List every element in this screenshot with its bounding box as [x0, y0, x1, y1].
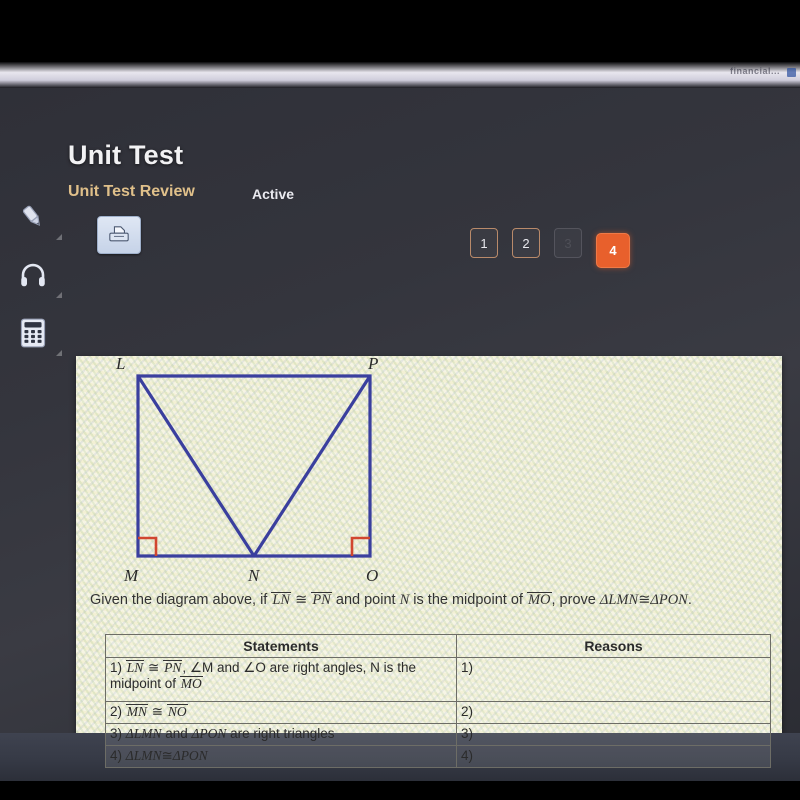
reason-1-num: 1): [461, 660, 474, 675]
sidebar-item-audio[interactable]: [0, 246, 66, 304]
vertex-label-P: P: [368, 356, 379, 373]
statement-4-triangle-LMN: ΔLMN: [125, 748, 162, 763]
rail-corner-marker: [56, 292, 62, 298]
reason-cell-4[interactable]: 4): [456, 745, 771, 768]
statement-4-triangle-PON: ΔPON: [172, 748, 208, 763]
page-button-4[interactable]: 4: [596, 233, 630, 268]
question-text-part4: , prove: [551, 592, 600, 608]
vertex-label-M: M: [124, 566, 139, 585]
statement-2-congruent: ≅: [151, 704, 164, 719]
reason-cell-2[interactable]: 2): [456, 701, 771, 724]
statement-1-text-mid: , ∠M and ∠O are right angles, N is: [182, 660, 394, 675]
sidebar-item-highlighter[interactable]: [0, 188, 66, 246]
statement-2-num: 2): [110, 704, 126, 719]
page-button-3[interactable]: 3: [554, 228, 582, 258]
calculator-icon: [20, 318, 46, 348]
top-window-sliver: [0, 62, 800, 88]
point-N: N: [399, 592, 410, 608]
top-sliver-text: financial...: [729, 66, 780, 76]
worksheet-page: L P M N O Given the diagram above, if LN…: [76, 356, 782, 798]
triangle-PON: ΔPON: [650, 592, 688, 608]
page-button-2[interactable]: 2: [512, 228, 540, 258]
triangle-LMN: ΔLMN: [599, 592, 639, 608]
top-sliver-chip: [787, 68, 796, 77]
tool-rail: [0, 188, 66, 508]
rail-corner-marker: [56, 234, 62, 240]
page-title: Unit Test: [68, 140, 184, 170]
reason-4-num: 4): [461, 748, 474, 763]
photo-letterbox-top: [0, 0, 800, 62]
statement-cell-2: 2) MN ≅ NO: [105, 701, 457, 724]
geometry-figure: L P M N O: [98, 356, 398, 593]
photo-letterbox-bottom: [0, 781, 800, 800]
table-row: 1) LN ≅ PN, ∠M and ∠O are right angles, …: [105, 657, 771, 702]
vertex-label-L: L: [116, 356, 126, 373]
two-column-proof-table: Statements Reasons 1) LN ≅ PN, ∠M and ∠O…: [105, 634, 771, 768]
reason-2-num: 2): [461, 704, 474, 719]
status-badge-active: Active: [252, 186, 295, 202]
congruent-symbol-2: ≅: [638, 592, 651, 608]
pagination: 1 2 3 4: [470, 228, 630, 268]
segment-MO: MO: [526, 592, 552, 608]
reason-cell-3[interactable]: 3): [456, 723, 771, 746]
table-row: 3) ΔLMN and ΔPON are right triangles 3): [105, 723, 771, 746]
headphones-icon: [21, 263, 45, 287]
statement-3-triangle-PON: ΔPON: [191, 726, 227, 741]
table-header-row: Statements Reasons: [105, 634, 771, 658]
column-header-statements: Statements: [105, 634, 457, 658]
statement-3-text-mid: and: [161, 726, 192, 741]
statement-3-triangle-LMN: ΔLMN: [125, 726, 162, 741]
assignment-subtitle: Unit Test Review: [68, 183, 195, 200]
statement-1-segment-LN: LN: [125, 660, 145, 675]
printer-icon: [109, 226, 129, 242]
statement-cell-4: 4) ΔLMN≅ΔPON: [105, 745, 457, 768]
statement-1-num: 1): [110, 660, 126, 675]
pencil-icon: [22, 205, 40, 226]
segment-LN: LN: [271, 592, 292, 608]
test-app-window: Unit Test Unit Test Review Active 1 2 3 …: [0, 88, 800, 798]
question-text-part5: .: [687, 592, 692, 608]
segment-PN: PN: [311, 592, 332, 608]
question-prompt: Given the diagram above, if LN ≅ PN and …: [90, 592, 780, 609]
question-text-part2: and point: [331, 592, 400, 608]
vertex-label-O: O: [366, 566, 379, 585]
question-text-part3: is the midpoint of: [409, 592, 527, 608]
screen-photo: financial... Unit Test Unit Test Review …: [0, 0, 800, 800]
page-button-1[interactable]: 1: [470, 228, 498, 258]
column-header-reasons: Reasons: [456, 634, 771, 658]
reason-3-num: 3): [461, 726, 474, 741]
statement-cell-1: 1) LN ≅ PN, ∠M and ∠O are right angles, …: [105, 657, 457, 702]
print-button[interactable]: [97, 216, 141, 254]
sidebar-item-calculator[interactable]: [0, 304, 66, 362]
question-text-part1: Given the diagram above, if: [90, 592, 272, 608]
figure-svg: [136, 374, 372, 558]
statement-1-segment-MO: MO: [179, 676, 203, 691]
statement-1-congruent: ≅: [148, 660, 160, 675]
statement-2-segment-MN: MN: [125, 704, 149, 719]
statement-2-segment-NO: NO: [166, 704, 188, 719]
vertex-label-N: N: [248, 566, 260, 585]
reason-cell-1[interactable]: 1): [456, 657, 771, 702]
statement-cell-3: 3) ΔLMN and ΔPON are right triangles: [105, 723, 457, 746]
statement-4-num: 4): [110, 748, 126, 763]
statement-4-congruent: ≅: [161, 748, 173, 763]
statement-3-num: 3): [110, 726, 126, 741]
table-row: 4) ΔLMN≅ΔPON 4): [105, 745, 771, 768]
table-row: 2) MN ≅ NO 2): [105, 701, 771, 724]
rail-corner-marker: [56, 350, 62, 356]
statement-1-segment-PN: PN: [163, 660, 183, 675]
congruent-symbol-1: ≅: [295, 592, 308, 608]
statement-3-text-post: are right triangles: [226, 726, 335, 741]
